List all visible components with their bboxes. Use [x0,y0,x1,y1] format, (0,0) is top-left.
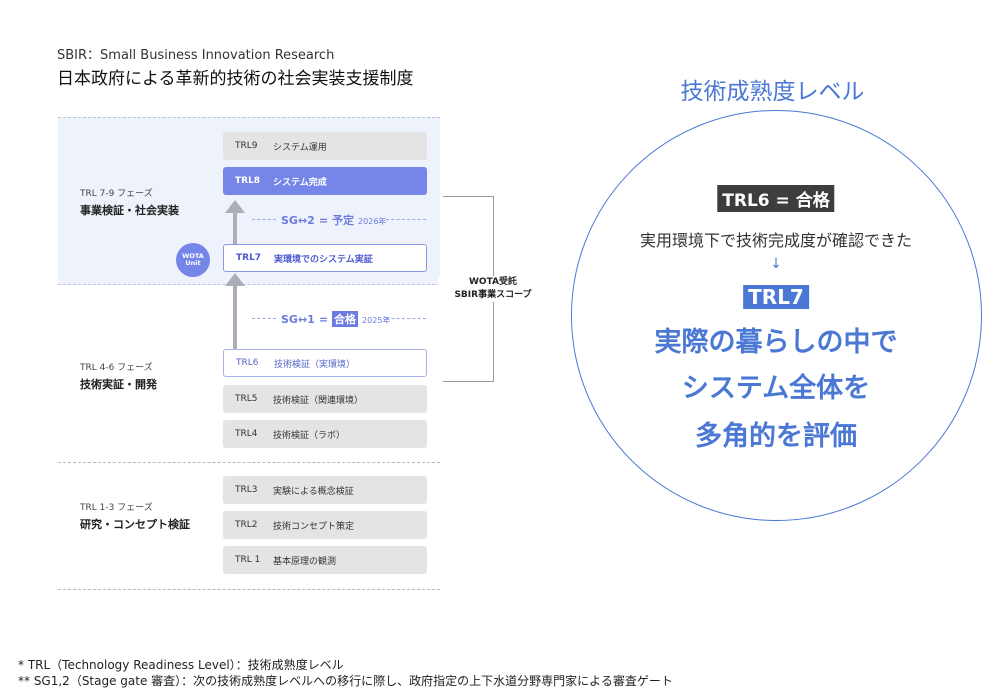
phase-code: TRL 1-3 フェーズ [80,503,153,513]
trl-code: TRL4 [235,429,258,439]
scope-label: WOTA受託 SBIR事業スコープ [438,276,548,303]
arrow-shaft-sg1 [233,285,237,349]
trl-box-4: TRL4 技術検証（ラボ） [223,420,427,448]
trl-code: TRL2 [235,520,258,530]
sg2-line-left [252,219,276,220]
trl-label: 技術検証（実環境） [274,359,356,370]
trl-code: TRL3 [235,485,258,495]
footnote-sg: ** SG1,2（Stage gate 審査）：次の技術成熟度レベルへの移行に際… [18,674,673,688]
phase-label-4-6: TRL 4-6 フェーズ 技術実証・開発 [80,360,157,392]
stage-gate-2: SG↔2 = 予定 2026年 [281,212,386,228]
arrow-up-icon [225,273,245,286]
trl-box-8: TRL8 システム完成 [223,167,427,195]
scope-line1: WOTA受託 [469,277,517,287]
trl-box-2: TRL2 技術コンセプト策定 [223,511,427,539]
header-subtitle: SBIR：Small Business Innovation Research [57,48,335,63]
phase-name: 技術実証・開発 [80,378,157,391]
trl-label: 実環境でのシステム実証 [274,254,373,265]
stage-gate-1: SG↔1 = 合格 2025年 [281,311,390,327]
trl-box-9: TRL9 システム運用 [223,132,427,160]
sg-status: 予定 [332,214,355,227]
arrow-down-icon: ↓ [770,256,782,272]
scope-line2: SBIR事業スコープ [454,290,532,301]
sg2-line-right [386,219,426,220]
trl7-line1: 実際の暮らしの中で [654,327,898,358]
sg-eq: = [318,313,329,326]
arrow-shaft-sg2 [233,212,237,244]
trl-code: TRL9 [235,141,258,151]
trl-code: TRL7 [236,253,262,263]
trl6-pass-label: TRL6 = 合格 [717,185,835,212]
phase-label-7-9: TRL 7-9 フェーズ 事業検証・社会実装 [80,186,179,218]
trl-box-3: TRL3 実験による概念検証 [223,476,427,504]
trl-box-7: TRL7 実環境でのシステム実証 [223,244,427,272]
sg-year: 2026年 [358,217,387,226]
trl-label: システム完成 [273,177,327,188]
sg-eq: = [318,214,329,227]
trl-label: 実験による概念検証 [273,486,354,497]
phase-separator [58,462,440,463]
phase-code: TRL 7-9 フェーズ [80,189,153,199]
sg-status-passed: 合格 [332,311,359,327]
sg1-line-left [252,318,276,319]
header-title: 日本政府による革新的技術の社会実装支援制度 [57,69,414,89]
trl-label: システム運用 [273,142,327,153]
trl-label: 技術コンセプト策定 [273,521,355,532]
trl-label: 技術検証（ラボ） [273,430,346,441]
badge-line2: Unit [185,259,201,267]
phase-label-1-3: TRL 1-3 フェーズ 研究・コンセプト検証 [80,500,190,532]
trl7-line3: 多角的を評価 [695,421,857,452]
trl7-label: TRL7 [743,285,809,309]
sg-year: 2025年 [362,316,391,325]
trl6-description: 実用環境下で技術完成度が確認できた [639,231,912,250]
trl-box-5: TRL5 技術検証（関連環境） [223,385,427,413]
phase-code: TRL 4-6 フェーズ [80,363,153,373]
phase-separator-bottom [58,589,440,590]
sg1-line-right [386,318,426,319]
trl7-line2: システム全体を [681,373,871,404]
phase-name: 事業検証・社会実装 [80,204,179,217]
trl-label: 基本原理の観測 [273,556,337,567]
trl-label: 技術検証（関連環境） [273,395,364,406]
phase-name: 研究・コンセプト検証 [80,518,190,531]
trl-box-1: TRL 1 基本原理の観測 [223,546,427,574]
arrow-up-icon [225,200,245,213]
trl-code: TRL6 [236,358,259,368]
trl-code: TRL5 [235,394,258,404]
right-title: 技術成熟度レベル [680,79,865,105]
highlight-circle [571,110,982,521]
wota-unit-badge: WOTA Unit [176,243,210,277]
footnote-trl: * TRL（Technology Readiness Level）：技術成熟度レ… [18,658,344,672]
trl-code: TRL 1 [235,555,261,565]
trl-box-6: TRL6 技術検証（実環境） [223,349,427,377]
sg-label: SG↔1 [281,313,315,326]
sg-label: SG↔2 [281,214,315,227]
trl-code: TRL8 [235,176,261,186]
